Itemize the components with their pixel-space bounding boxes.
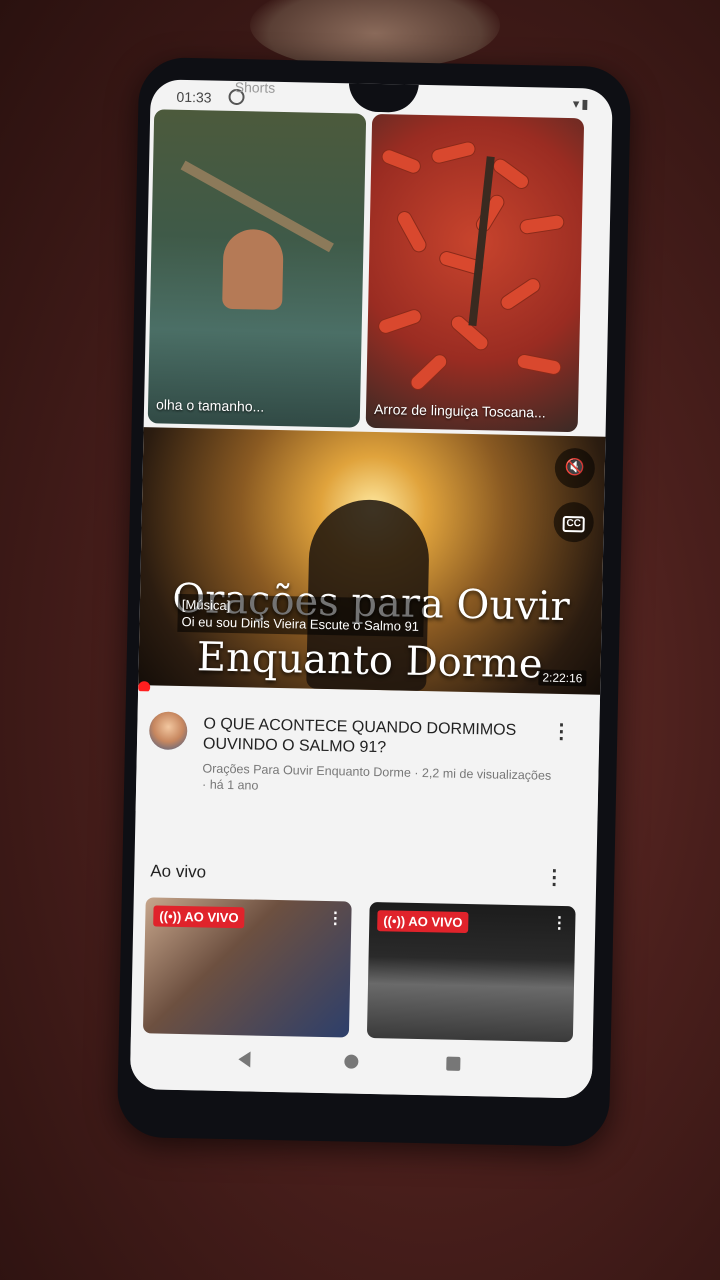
live-section-title: Ao vivo: [150, 861, 207, 882]
channel-avatar[interactable]: [148, 711, 188, 751]
live-card[interactable]: ((•)) AO VIVO ⋮: [366, 901, 576, 1043]
caption-subtitle: [Música] Oi eu sou Dinis Vieira Escute o…: [177, 593, 424, 638]
live-card[interactable]: ((•)) AO VIVO ⋮: [142, 897, 352, 1038]
wifi-battery-icons: ▾▮: [572, 96, 591, 112]
shorts-row: olha o tamanho... Arroz de linguiça Tosc…: [144, 109, 613, 439]
video-duration: 2:22:16: [538, 669, 587, 687]
shorts-header-label: Shorts: [234, 79, 276, 96]
short-caption: olha o tamanho...: [155, 396, 265, 415]
closed-captions-button[interactable]: CC: [553, 501, 595, 543]
status-time: 01:33: [176, 88, 212, 106]
phone-frame: 01:33 Shorts ▾▮ olha o tamanho... Arroz …: [116, 56, 632, 1148]
android-nav-bar: [129, 1037, 593, 1099]
short-card[interactable]: olha o tamanho...: [147, 109, 367, 428]
video-info: O QUE ACONTECE QUANDO DORMIMOS OUVINDO O…: [135, 691, 600, 821]
more-options-icon[interactable]: ⋮: [551, 721, 571, 743]
phone-screen: 01:33 Shorts ▾▮ olha o tamanho... Arroz …: [129, 79, 613, 1099]
video-overlay-title-2: Enquanto Dorme: [196, 634, 544, 688]
video-player[interactable]: Orações para Ouvir Enquanto Dorme [Músic…: [138, 427, 606, 695]
live-card-more-icon[interactable]: ⋮: [551, 914, 567, 934]
cc-icon: CC: [562, 515, 586, 533]
short-card[interactable]: Arroz de linguiça Toscana...: [365, 113, 585, 433]
person-shape: [222, 228, 284, 311]
video-title[interactable]: O QUE ACONTECE QUANDO DORMIMOS OUVINDO O…: [203, 714, 550, 761]
live-section-more-icon[interactable]: ⋮: [544, 867, 564, 889]
live-badge: ((•)) AO VIVO: [153, 905, 245, 929]
live-card-more-icon[interactable]: ⋮: [327, 909, 343, 929]
live-badge: ((•)) AO VIVO: [377, 910, 469, 934]
recent-apps-icon[interactable]: [446, 1056, 461, 1071]
sausages-image: [378, 141, 565, 390]
home-icon[interactable]: [344, 1054, 359, 1069]
back-icon[interactable]: [238, 1051, 251, 1068]
mute-icon[interactable]: 🔇: [554, 447, 596, 489]
subtitle-line: Oi eu sou Dinis Vieira Escute o Salmo 91: [181, 613, 420, 634]
video-meta: Orações Para Ouvir Enquanto Dorme · 2,2 …: [201, 761, 552, 793]
